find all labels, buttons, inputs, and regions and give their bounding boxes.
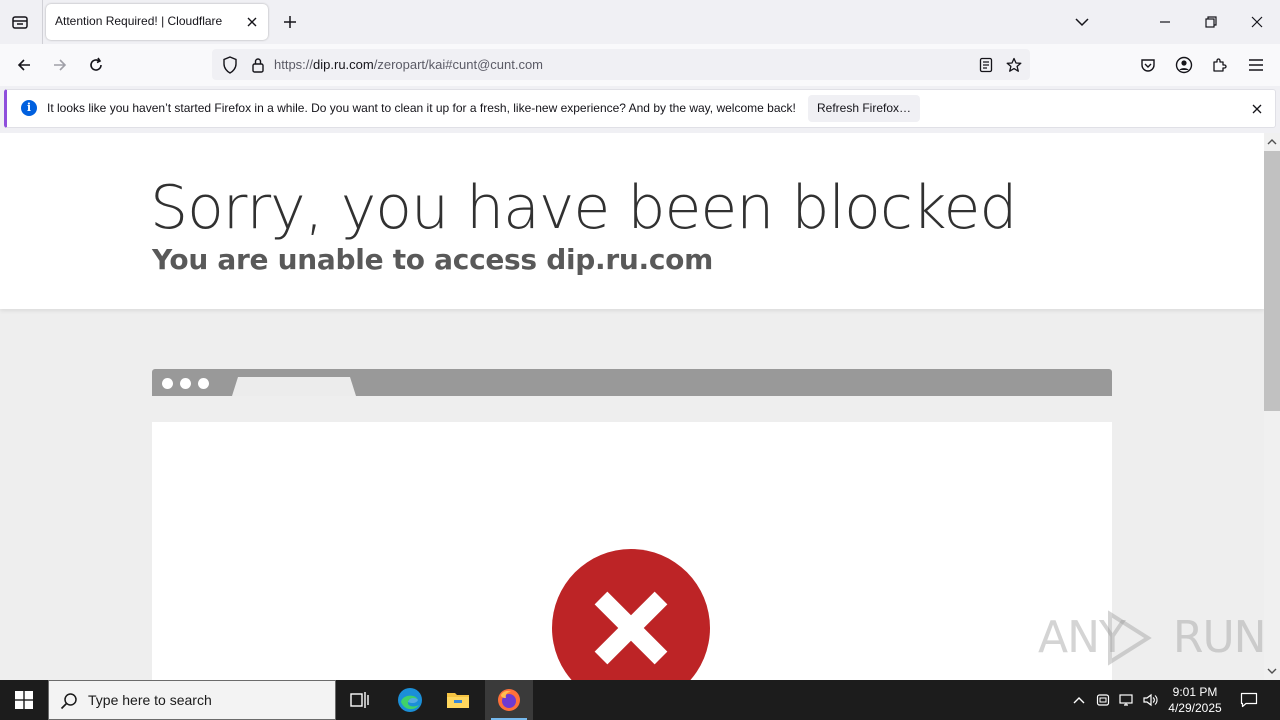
pocket-icon[interactable] [1135,52,1161,78]
illustration-dot [198,378,209,389]
browser-tab-active[interactable]: Attention Required! | Cloudflare [46,4,268,40]
block-header: Sorry, you have been blocked You are una… [0,133,1264,309]
extensions-puzzle-icon[interactable] [1207,52,1233,78]
anyrun-watermark: ANY RUN [1038,610,1267,666]
bookmark-star-icon[interactable] [1004,55,1024,75]
firefox-refresh-notification: i It looks like you haven’t started Fire… [4,89,1276,128]
window-minimize-icon[interactable] [1150,8,1180,36]
windows-taskbar: Type here to search 9:01 PM 4/29/2025 [0,680,1280,720]
tab-separator [42,0,43,44]
page-subtitle: You are unable to access dip.ru.com [152,243,713,276]
forward-arrow-icon[interactable] [47,52,73,78]
scroll-up-arrow-icon[interactable] [1264,135,1280,149]
illustration-dot [180,378,191,389]
url-path: /zeropart/kai#cunt@cunt.com [373,57,544,72]
reload-icon[interactable] [83,52,109,78]
window-close-icon[interactable] [1242,8,1272,36]
scrollbar-thumb[interactable] [1264,151,1280,411]
reader-view-icon[interactable] [976,55,996,75]
taskbar-search-box[interactable]: Type here to search [48,680,336,720]
network-icon[interactable] [1116,680,1138,720]
back-arrow-icon[interactable] [11,52,37,78]
info-icon: i [21,100,37,116]
illustration-tab [232,377,356,396]
window-restore-icon[interactable] [1196,8,1226,36]
tray-overflow-chevron-up-icon[interactable] [1068,680,1090,720]
tracking-protection-shield-icon[interactable] [220,55,240,75]
search-placeholder: Type here to search [88,692,212,708]
browser-illustration-bar [152,369,1112,396]
tab-list-chevron-down-icon[interactable] [1070,10,1094,34]
search-icon [59,691,79,711]
navigation-toolbar: https://dip.ru.com/zeropart/kai#cunt@cun… [0,44,1280,86]
tab-title: Attention Required! | Cloudflare [55,14,223,28]
tab-close-icon[interactable] [242,12,262,32]
file-explorer-folder-icon[interactable] [434,680,482,720]
new-tab-plus-icon[interactable] [278,10,302,34]
scroll-down-arrow-icon[interactable] [1264,664,1280,678]
web-page-content: Sorry, you have been blocked You are una… [0,133,1264,680]
page-title: Sorry, you have been blocked [150,173,1017,243]
blocked-error-x-icon [552,549,710,680]
action-center-notification-icon[interactable] [1234,680,1264,720]
task-view-icon[interactable] [336,680,384,720]
account-avatar-icon[interactable] [1171,52,1197,78]
notification-close-icon[interactable] [1247,99,1267,119]
url-scheme: https:// [274,57,314,72]
browser-illustration-window [152,422,1112,680]
address-bar[interactable]: https://dip.ru.com/zeropart/kai#cunt@cun… [212,49,1030,80]
meet-now-camera-icon[interactable] [1092,680,1114,720]
windows-start-icon[interactable] [0,680,48,720]
padlock-icon[interactable] [248,55,268,75]
notification-message: It looks like you haven’t started Firefo… [47,101,796,115]
watermark-play-icon [1108,610,1152,666]
clock-date: 4/29/2025 [1168,701,1222,715]
url-text[interactable]: https://dip.ru.com/zeropart/kai#cunt@cun… [274,57,543,72]
tab-overview-icon[interactable] [6,8,34,36]
edge-browser-icon[interactable] [386,680,434,720]
taskbar-clock[interactable]: 9:01 PM 4/29/2025 [1160,684,1230,716]
page-scrollbar[interactable] [1264,133,1280,680]
url-host: dip.ru.com [313,57,374,72]
watermark-right-text: RUN [1172,612,1267,663]
illustration-dot [162,378,173,389]
volume-speaker-icon[interactable] [1140,680,1162,720]
hamburger-menu-icon[interactable] [1243,52,1269,78]
firefox-taskbar-icon[interactable] [485,680,533,720]
refresh-firefox-button[interactable]: Refresh Firefox… [808,95,920,122]
tab-strip: Attention Required! | Cloudflare [0,0,1280,44]
clock-time: 9:01 PM [1172,685,1218,699]
